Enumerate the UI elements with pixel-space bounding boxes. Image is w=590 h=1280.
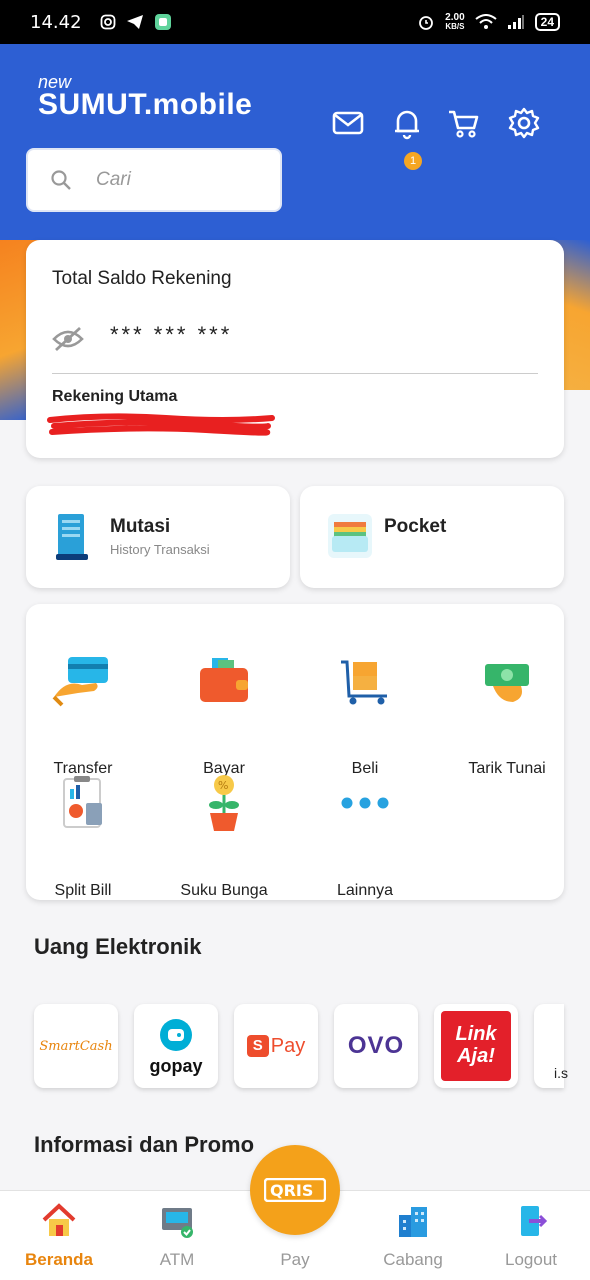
svg-text:%: % [218, 779, 228, 792]
menu-bayar[interactable]: Bayar [157, 650, 291, 778]
notification-badge: 1 [404, 152, 422, 170]
ewallet-ovo[interactable]: OVO [334, 1004, 418, 1088]
app-notification-icon [154, 14, 171, 30]
ewallet-partial[interactable]: i.s [534, 1004, 568, 1088]
ewallet-shopeepay[interactable]: S Pay [234, 1004, 318, 1088]
svg-text:QRIS: QRIS [270, 1181, 313, 1200]
divider [52, 373, 538, 374]
split-bill-icon [63, 776, 102, 828]
nav-atm[interactable]: ATM [118, 1191, 236, 1280]
menu-lainnya[interactable]: Lainnya [298, 772, 432, 900]
alarm-icon [419, 16, 434, 30]
gopay-label: gopay [149, 1055, 203, 1076]
masked-balance: *** *** *** [110, 322, 233, 347]
network-speed: 2.00 KB/S [445, 12, 465, 32]
battery-indicator: 24 [534, 13, 560, 31]
home-icon [42, 1203, 76, 1236]
qris-logo-icon: QRIS [264, 1178, 326, 1202]
mutasi-sublabel: History Transaksi [110, 542, 210, 557]
pocket-label: Pocket [384, 516, 447, 537]
wifi-icon [475, 14, 497, 29]
atm-icon [162, 1208, 193, 1238]
ewallet-section-title: Uang Elektronik [34, 934, 202, 959]
menu-transfer[interactable]: Transfer [16, 650, 150, 778]
nav-cabang[interactable]: Cabang [354, 1191, 472, 1280]
account-label: Rekening Utama [52, 388, 178, 405]
bell-icon[interactable] [390, 106, 424, 140]
mail-icon[interactable] [331, 106, 365, 140]
cash-withdraw-icon [485, 664, 529, 702]
logout-door-icon [521, 1206, 548, 1236]
status-time: 14.42 [30, 11, 82, 33]
mutasi-label: Mutasi [110, 516, 171, 537]
balance-card: Total Saldo Rekening *** *** *** Rekenin… [26, 240, 564, 458]
shopee-bag-icon: S [246, 1035, 269, 1057]
eye-off-icon[interactable] [52, 326, 84, 352]
branch-building-icon [399, 1207, 427, 1237]
status-bar: 14.42 2.00 KB/S 24 [0, 0, 590, 44]
signal-icon [507, 15, 524, 29]
shopeepay-label: Pay [270, 1034, 306, 1057]
service-menu-card: Transfer Bayar Beli Tarik Tunai Split Bi… [26, 604, 564, 900]
ewallet-linkaja[interactable]: Link Aja! [434, 1004, 518, 1088]
ovo-label: OVO [347, 1032, 405, 1059]
wallet-pay-icon [200, 658, 248, 702]
more-dots-icon [341, 797, 389, 809]
settings-gear-icon[interactable] [507, 106, 541, 140]
telegram-icon [126, 15, 143, 29]
promo-section-title: Informasi dan Promo [34, 1132, 255, 1157]
nav-logout[interactable]: Logout [472, 1191, 590, 1280]
gopay-icon [159, 1018, 192, 1051]
ewallet-smartcash[interactable]: SmartCash [34, 1004, 118, 1088]
interest-plant-icon: % [209, 775, 239, 831]
nav-beranda[interactable]: Beranda [0, 1191, 118, 1280]
qris-pay-button[interactable]: QRIS [250, 1145, 340, 1235]
search-input[interactable]: Cari [26, 148, 282, 212]
ewallet-gopay[interactable]: gopay [134, 1004, 218, 1088]
mutasi-card[interactable]: Mutasi History Transaksi [26, 486, 290, 588]
cart-icon[interactable] [447, 106, 481, 140]
linkaja-line1: Link [455, 1023, 497, 1045]
linkaja-line2: Aja! [457, 1045, 495, 1067]
cart-boxes-icon [341, 660, 387, 705]
transfer-icon [52, 657, 108, 707]
partial-label: i.s [554, 1065, 568, 1081]
menu-tarik-tunai[interactable]: Tarik Tunai [440, 650, 574, 778]
pocket-card[interactable]: Pocket [300, 486, 564, 588]
history-receipt-icon [56, 514, 88, 560]
menu-beli[interactable]: Beli [298, 650, 432, 778]
redaction-scribble [47, 413, 275, 436]
menu-suku-bunga[interactable]: % Suku Bunga [157, 772, 291, 900]
pocket-wallet-icon [328, 514, 372, 558]
app-logo: new SUMUT.mobile [38, 72, 253, 121]
smartcash-logo: SmartCash [39, 1038, 113, 1054]
menu-split-bill[interactable]: Split Bill [16, 772, 150, 900]
balance-title: Total Saldo Rekening [52, 268, 232, 289]
search-placeholder: Cari [96, 169, 131, 190]
app-header: new SUMUT.mobile Cari [0, 44, 590, 240]
search-icon [51, 170, 71, 190]
instagram-icon [100, 14, 115, 30]
